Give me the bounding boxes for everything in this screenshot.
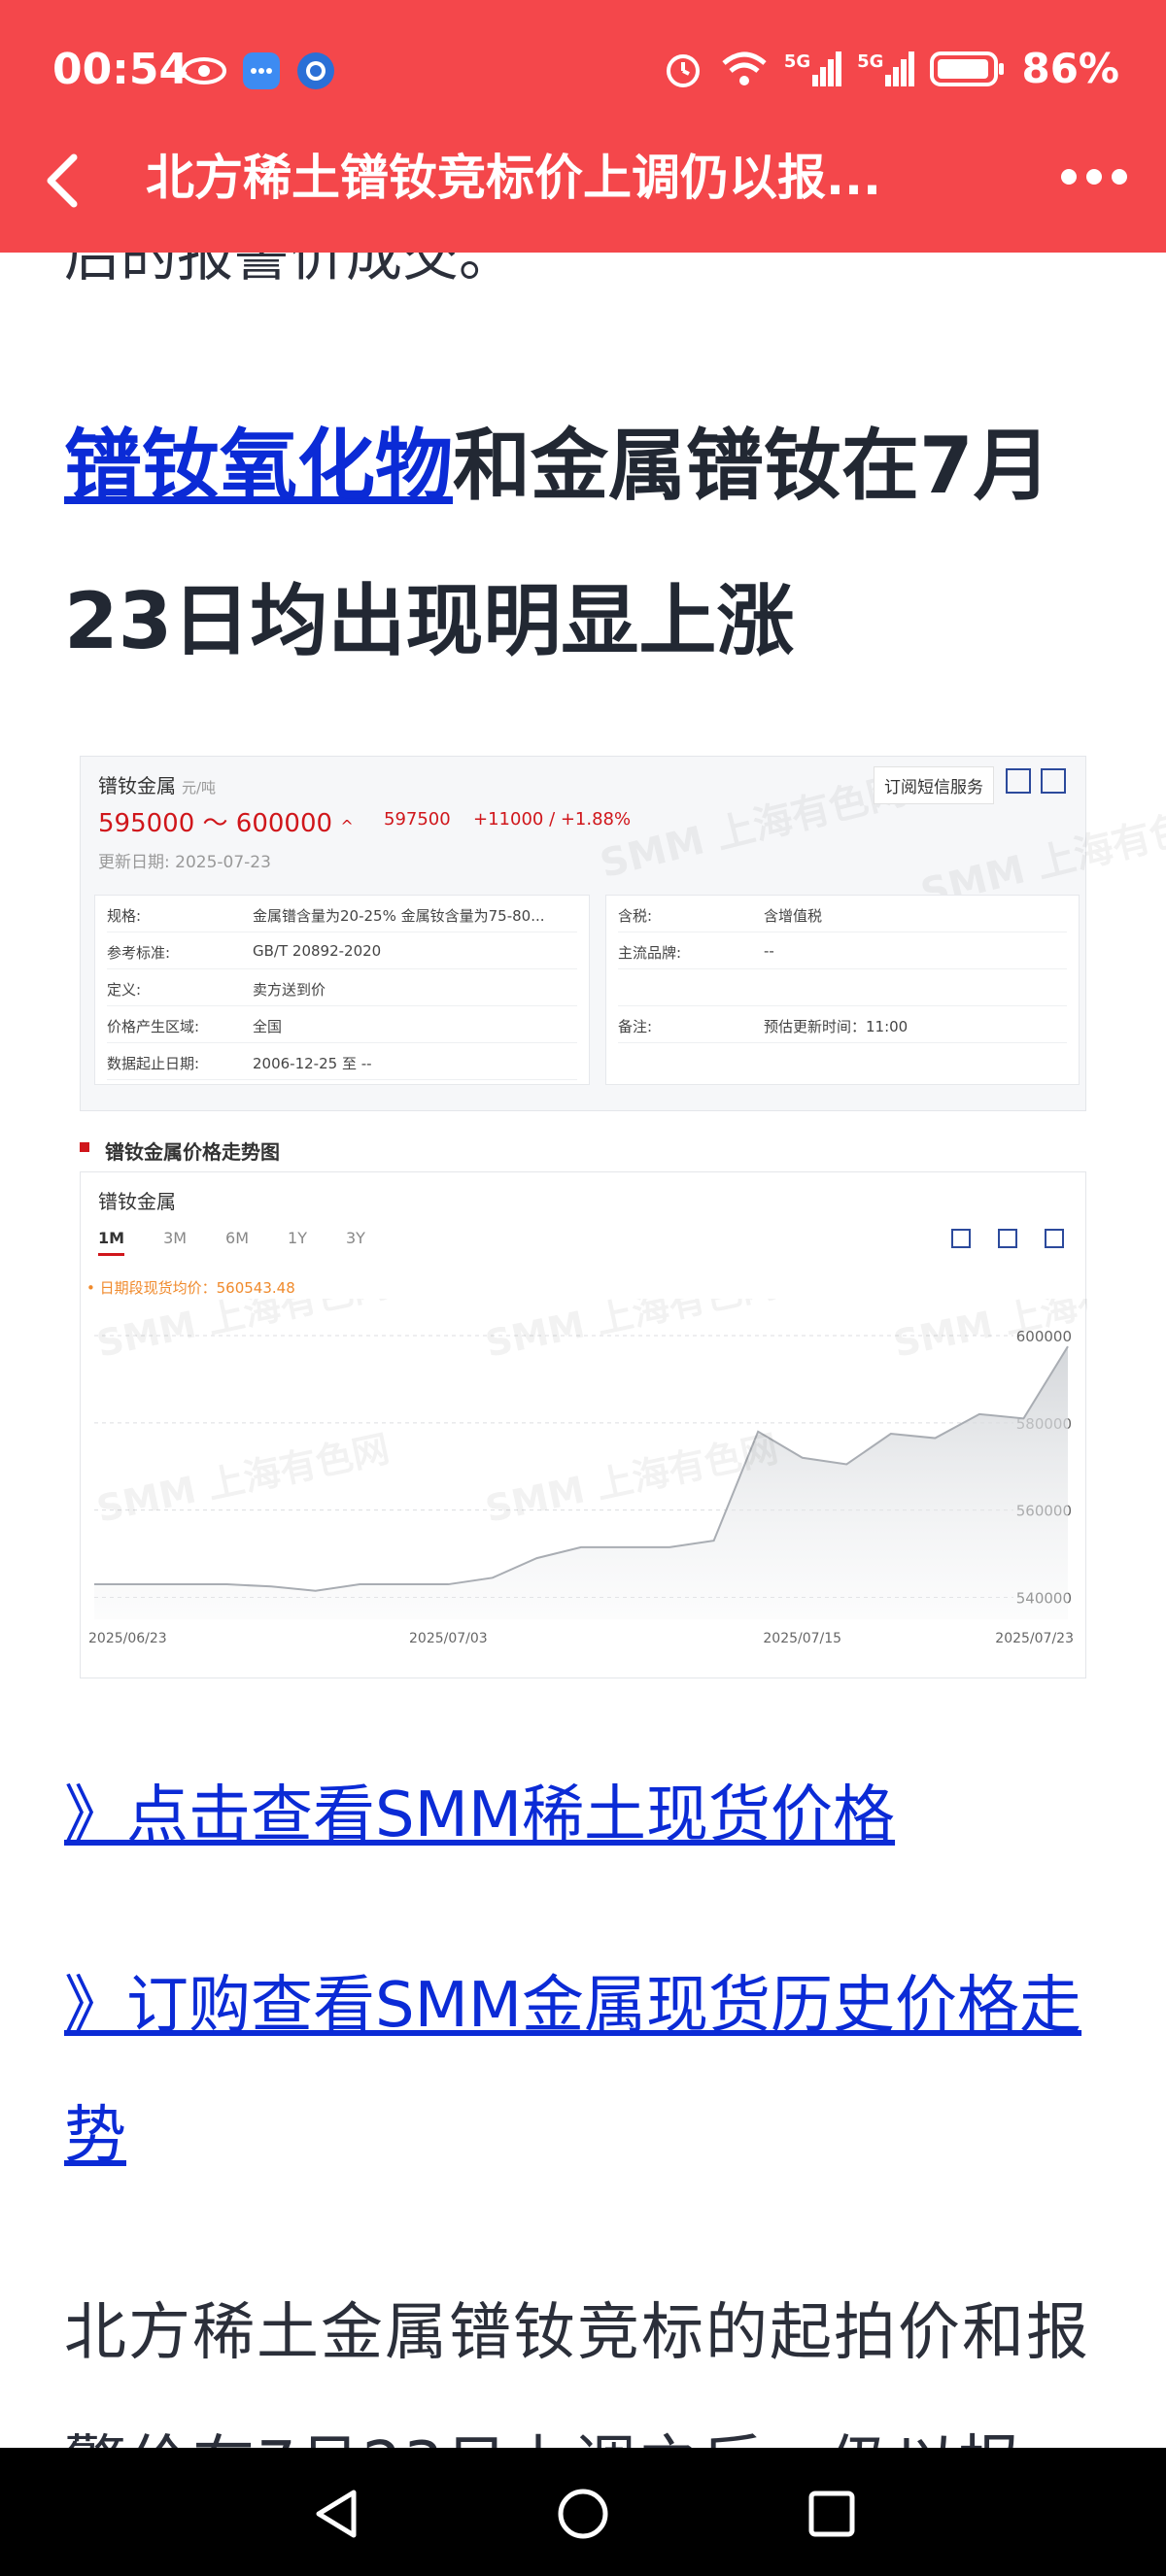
nav-home-icon[interactable] xyxy=(556,2487,610,2541)
spec-value: 2006-12-25 至 -- xyxy=(253,1055,372,1072)
spec-table-right: 含税: 含增值税主流品牌: -- 备注: 预估更新时间：11:00 xyxy=(605,895,1080,1085)
spec-row xyxy=(618,969,1067,1006)
clock: 00:54 xyxy=(52,45,189,94)
top-bar: 00:54 5G 5G 86% 北方稀土镨钕竞标价上调仍以报... xyxy=(0,0,1166,253)
trend-title: 镨钕金属价格走势图 xyxy=(80,1136,1086,1164)
system-nav-bar xyxy=(0,2448,1166,2576)
x-tick-label: 2025/06/23 xyxy=(88,1631,167,1646)
price-change: +11000 / +1.88% xyxy=(473,809,632,830)
unit-label: 元/吨 xyxy=(182,779,217,797)
tab-1m[interactable]: 1M xyxy=(98,1229,125,1256)
price-trend-chart: 6000005800005600005400002025/06/232025/0… xyxy=(88,1299,1087,1646)
article-header: 北方稀土镨钕竞标价上调仍以报... xyxy=(0,146,1166,253)
average-price: 597500 xyxy=(384,809,451,830)
spec-row: 参考标准: GB/T 20892-2020 xyxy=(107,932,577,969)
status-bar: 00:54 5G 5G 86% xyxy=(0,0,1166,146)
chart-tools xyxy=(951,1229,1064,1248)
chart-name: 镨钕金属 xyxy=(98,1190,176,1213)
spec-key: 规格: xyxy=(107,907,142,925)
battery-percent: 86% xyxy=(1021,45,1119,92)
spec-key: 定义: xyxy=(107,981,142,999)
spec-row: 含税: 含增值税 xyxy=(618,896,1067,932)
spec-row: 备注: 预估更新时间：11:00 xyxy=(618,1006,1067,1043)
message-app-icon xyxy=(243,52,280,89)
image-icon[interactable] xyxy=(951,1229,971,1248)
spec-table-left: 规格: 金属镨含量为20-25% 金属钕含量为75-80... 参考标准: GB/T … xyxy=(94,895,590,1085)
link-metal-history[interactable]: 》订购查看SMM金属现货历史价格走势 xyxy=(64,1941,1114,2201)
spec-value: 含增值税 xyxy=(764,907,823,925)
heading-link[interactable]: 镨钕氧化物 xyxy=(64,421,453,511)
watermark: SMM 上海有色网 xyxy=(93,1299,394,1366)
spec-key: 含税: xyxy=(618,907,653,925)
product-name: 镨钕金属 元/吨 xyxy=(98,774,217,797)
range-tabs: 1M 3M 6M 1Y 3Y xyxy=(98,1229,365,1256)
spec-row: 规格: 金属镨含量为20-25% 金属钕含量为75-80... xyxy=(107,896,577,932)
spec-value: -- xyxy=(764,942,774,960)
spec-key: 主流品牌: xyxy=(618,944,682,962)
signal-2-icon: 5G xyxy=(857,51,915,86)
system-icons: 5G 5G 86% xyxy=(662,45,1119,92)
watermark: SMM 上海有色网 xyxy=(482,1299,782,1366)
subscribe-sms-button[interactable]: 订阅短信服务 xyxy=(874,766,994,804)
spec-value: 全国 xyxy=(253,1018,283,1035)
eye-icon xyxy=(182,57,226,85)
spec-value: GB/T 20892-2020 xyxy=(253,942,382,960)
fullscreen-icon[interactable] xyxy=(1045,1229,1064,1248)
period-average: • 日期段现货均价：560543.48 xyxy=(86,1279,295,1297)
more-dots-icon[interactable] xyxy=(1061,157,1139,196)
tab-6m[interactable]: 6M xyxy=(225,1229,249,1256)
x-tick-label: 2025/07/03 xyxy=(409,1631,488,1646)
article-body: 后的报警价成交。 镨钕氧化物和金属镨钕在7月23日均出现明显上涨 SMM 上海有… xyxy=(0,0,1166,2448)
price-range: 595000 ～ 600000 ^ xyxy=(98,809,354,838)
mail-icon[interactable] xyxy=(1006,768,1031,794)
spec-row: 定义: 卖方送到价 xyxy=(107,969,577,1006)
spec-value: 卖方送到价 xyxy=(253,981,326,999)
x-tick-label: 2025/07/23 xyxy=(995,1631,1074,1646)
back-arrow-icon[interactable] xyxy=(35,152,93,210)
nav-back-icon[interactable] xyxy=(309,2487,363,2541)
print-icon[interactable] xyxy=(998,1229,1017,1248)
price-image: SMM 上海有色网 SMM 上海有色网 镨钕金属 元/吨 595000 ～ 600… xyxy=(80,756,1166,1678)
price-icon[interactable] xyxy=(1041,768,1066,794)
spec-value: 金属镨含量为20-25% 金属钕含量为75-80... xyxy=(253,907,545,925)
price-chart-card: 镨钕金属 1M 3M 6M 1Y 3Y • 日期段现货均价：560543.48 6000… xyxy=(80,1171,1087,1678)
spec-value: 预估更新时间：11:00 xyxy=(764,1018,909,1035)
link-rare-earth-prices[interactable]: 》点击查看SMM稀土现货价格 xyxy=(64,1750,1114,1881)
spec-key: 备注: xyxy=(618,1018,653,1035)
notification-icons xyxy=(181,51,336,91)
spec-row: 数据起止日期: 2006-12-25 至 -- xyxy=(107,1043,577,1080)
nav-recents-icon[interactable] xyxy=(805,2487,859,2541)
page-title: 北方稀土镨钕竞标价上调仍以报... xyxy=(146,150,881,206)
tab-1y[interactable]: 1Y xyxy=(288,1229,307,1256)
watermark: SMM 上海有色网 xyxy=(93,1427,394,1531)
wifi-icon xyxy=(722,51,767,85)
spec-key: 数据起止日期: xyxy=(107,1055,200,1072)
battery-icon xyxy=(930,51,1005,86)
tab-3y[interactable]: 3Y xyxy=(346,1229,365,1256)
signal-1-icon: 5G xyxy=(784,51,842,86)
spec-key: 价格产生区域: xyxy=(107,1018,200,1035)
x-tick-label: 2025/07/15 xyxy=(763,1631,841,1646)
spec-row: 价格产生区域: 全国 xyxy=(107,1006,577,1043)
watermark: SMM 上海有色网 xyxy=(596,767,911,888)
price-info-card: SMM 上海有色网 SMM 上海有色网 镨钕金属 元/吨 595000 ～ 600… xyxy=(80,756,1166,1111)
alarm-icon xyxy=(666,53,700,87)
tab-3m[interactable]: 3M xyxy=(163,1229,187,1256)
spec-key: 参考标准: xyxy=(107,944,171,962)
update-date: 更新日期: 2025-07-23 xyxy=(98,853,271,872)
section-heading: 镨钕氧化物和金属镨钕在7月23日均出现明显上涨 xyxy=(64,389,1123,699)
spec-row: 主流品牌: -- xyxy=(618,932,1067,969)
body-paragraph: 北方稀土金属镨钕竞标的起拍价和报警价在7月23日上调之后，仍以报 xyxy=(64,2297,1090,2448)
browser-app-icon xyxy=(297,52,334,89)
